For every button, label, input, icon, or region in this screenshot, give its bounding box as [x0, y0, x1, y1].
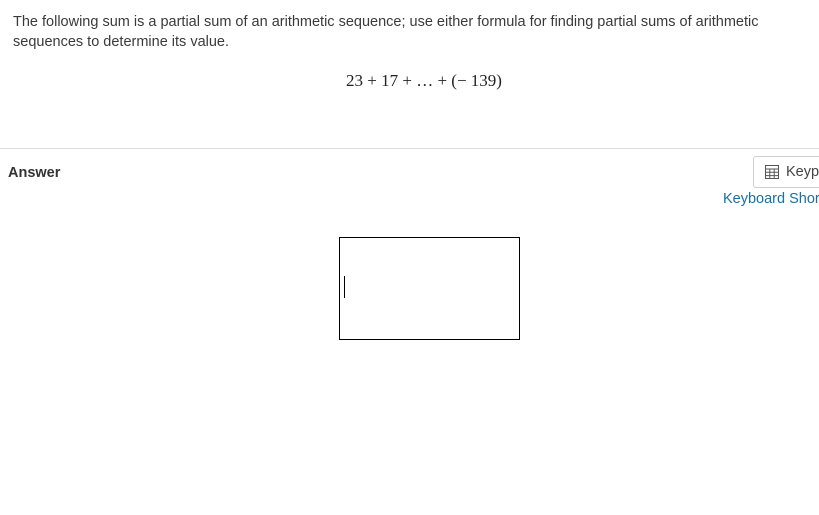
answer-label: Answer: [8, 165, 61, 181]
question-text: The following sum is a partial sum of an…: [13, 14, 759, 50]
calculator-icon: [765, 165, 779, 179]
answer-input[interactable]: [339, 237, 520, 340]
keypad-button[interactable]: Keypad: [753, 156, 819, 188]
section-divider: [0, 148, 819, 149]
math-expression: 23 + 17 + … + (− 139): [346, 71, 502, 90]
keyboard-shortcuts-link[interactable]: Keyboard Shortcuts: [723, 191, 819, 207]
keypad-label: Keypad: [786, 164, 819, 180]
text-caret: [344, 276, 345, 298]
